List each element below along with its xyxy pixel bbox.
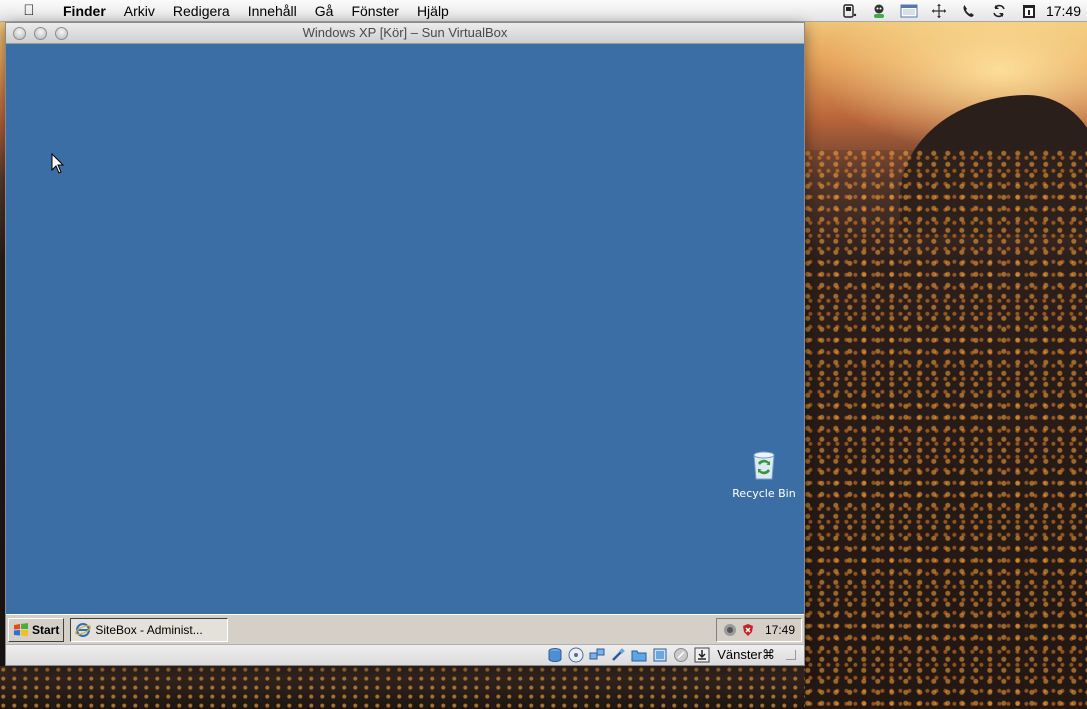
recycle-bin-shortcut[interactable]: Recycle Bin	[729, 449, 799, 500]
speaker-icon[interactable]	[723, 623, 737, 637]
taskbar-item-label: SiteBox - Administ...	[95, 622, 203, 637]
status-person-icon[interactable]	[868, 2, 890, 20]
zoom-button[interactable]	[55, 27, 68, 40]
wallpaper-bottom-city	[0, 666, 805, 709]
vrdp-icon[interactable]	[652, 647, 668, 663]
network-icon[interactable]	[589, 647, 605, 663]
ie-icon	[75, 622, 92, 637]
date-icon[interactable]	[1018, 2, 1040, 20]
mouse-cursor-icon	[51, 153, 65, 174]
window-controls	[13, 27, 68, 40]
window-title: Windows XP [Kör] – Sun VirtualBox	[302, 25, 508, 40]
cd-icon[interactable]	[568, 647, 584, 663]
menu-finder[interactable]: Finder	[54, 0, 115, 22]
shared-folder-icon[interactable]	[631, 647, 647, 663]
menubar-clock[interactable]: 17:49	[1046, 3, 1081, 19]
xp-taskbar: Start SiteBox - Administ... 17:49	[6, 614, 804, 644]
security-shield-icon[interactable]	[741, 623, 755, 637]
menu-arkiv[interactable]: Arkiv	[115, 0, 164, 22]
taskbar-item-sitebox[interactable]: SiteBox - Administ...	[70, 617, 229, 642]
menu-ga[interactable]: Gå	[306, 0, 343, 22]
menubar-tray: 17:49	[834, 0, 1087, 22]
start-button[interactable]: Start	[8, 617, 65, 642]
guest-desktop[interactable]: Recycle Bin	[6, 44, 804, 614]
virtualbox-status-bar: Vänster⌘	[6, 644, 804, 665]
battery-icon[interactable]	[838, 2, 860, 20]
window-titlebar[interactable]: Windows XP [Kör] – Sun VirtualBox	[6, 23, 804, 44]
mac-menubar:  Finder Arkiv Redigera Innehåll Gå Föns…	[0, 0, 1087, 22]
menu-fonster[interactable]: Fönster	[342, 0, 407, 22]
phone-icon[interactable]	[958, 2, 980, 20]
menu-redigera[interactable]: Redigera	[164, 0, 239, 22]
resize-grip-icon[interactable]	[786, 650, 796, 660]
calendar-icon[interactable]	[898, 2, 920, 20]
xp-system-tray: 17:49	[716, 617, 802, 642]
xp-clock[interactable]: 17:49	[765, 623, 795, 637]
minimize-button[interactable]	[34, 27, 47, 40]
apple-logo-icon[interactable]: 	[18, 2, 40, 19]
usb-icon[interactable]	[610, 647, 626, 663]
recycle-bin-label: Recycle Bin	[732, 487, 796, 500]
windows-logo-icon	[14, 622, 28, 636]
wallpaper-city-lights	[805, 150, 1087, 709]
start-label: Start	[32, 622, 60, 637]
keyboard-capture-icon[interactable]	[694, 647, 710, 663]
recycle-bin-icon	[753, 451, 775, 480]
menu-hjalp[interactable]: Hjälp	[408, 0, 458, 22]
mouse-integration-icon[interactable]	[673, 647, 689, 663]
hard-disk-icon[interactable]	[547, 647, 563, 663]
close-button[interactable]	[13, 27, 26, 40]
spaces-icon[interactable]	[928, 2, 950, 20]
host-key-label[interactable]: Vänster⌘	[717, 647, 775, 663]
sync-icon[interactable]	[988, 2, 1010, 20]
menu-innehall[interactable]: Innehåll	[239, 0, 306, 22]
virtualbox-window: Windows XP [Kör] – Sun VirtualBox Recycl…	[5, 22, 805, 666]
